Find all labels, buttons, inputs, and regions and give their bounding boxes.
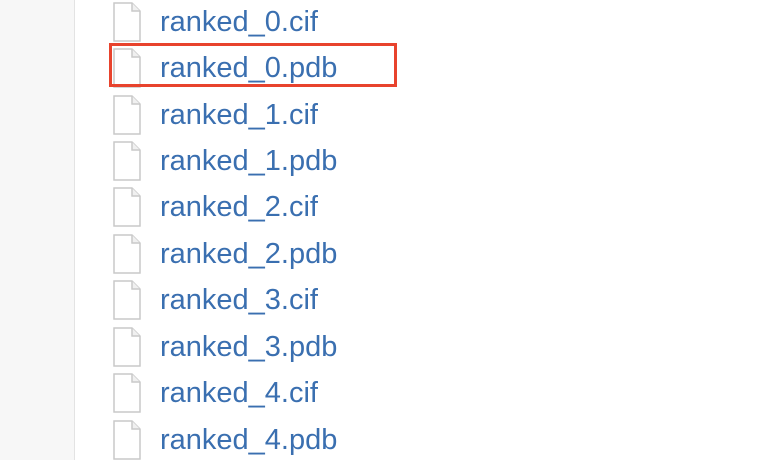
list-item[interactable]: ranked_4.pdb xyxy=(112,420,532,460)
list-item[interactable]: ranked_4.cif xyxy=(112,373,532,413)
selection-highlight-box xyxy=(109,43,397,87)
list-item[interactable]: ranked_2.pdb xyxy=(112,234,532,274)
list-item[interactable]: ranked_1.cif xyxy=(112,95,532,135)
file-icon xyxy=(113,187,141,227)
file-icon xyxy=(113,420,141,460)
file-icon xyxy=(113,95,141,135)
list-item[interactable]: ranked_3.cif xyxy=(112,280,532,320)
list-item[interactable]: ranked_2.cif xyxy=(112,187,532,227)
file-link[interactable]: ranked_3.cif xyxy=(160,280,318,320)
list-item[interactable]: ranked_3.pdb xyxy=(112,327,532,367)
file-link[interactable]: ranked_2.pdb xyxy=(160,234,337,274)
file-icon xyxy=(113,327,141,367)
file-link[interactable]: ranked_1.cif xyxy=(160,95,318,135)
file-link[interactable]: ranked_1.pdb xyxy=(160,141,337,181)
file-link[interactable]: ranked_2.cif xyxy=(160,187,318,227)
left-panel xyxy=(0,0,75,460)
list-item[interactable]: ranked_0.cif xyxy=(112,2,532,42)
file-link[interactable]: ranked_0.cif xyxy=(160,2,318,42)
file-icon xyxy=(113,2,141,42)
file-link[interactable]: ranked_4.cif xyxy=(160,373,318,413)
list-item[interactable]: ranked_1.pdb xyxy=(112,141,532,181)
file-icon xyxy=(113,141,141,181)
file-icon xyxy=(113,373,141,413)
file-link[interactable]: ranked_3.pdb xyxy=(160,327,337,367)
file-icon xyxy=(113,280,141,320)
file-browser: ranked_0.cif ranked_0.pdb ranked_1.cif r… xyxy=(0,0,773,460)
file-link[interactable]: ranked_4.pdb xyxy=(160,420,337,460)
file-icon xyxy=(113,234,141,274)
